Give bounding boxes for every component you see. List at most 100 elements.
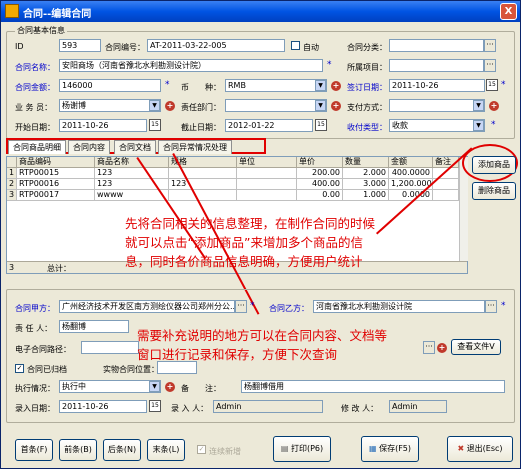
- receipt-type-select[interactable]: 收款: [389, 119, 485, 132]
- e-contract-path-picker-button[interactable]: ···: [423, 341, 435, 354]
- category-field[interactable]: [389, 39, 484, 52]
- end-date-calendar-icon[interactable]: 15: [315, 119, 327, 131]
- cell-price[interactable]: 400.00: [297, 179, 343, 190]
- contract-name-field[interactable]: 安阳商场（河南省豫北水利勘测设计院）: [59, 59, 323, 72]
- entry-date-calendar-icon[interactable]: 15: [149, 400, 161, 412]
- view-file-button[interactable]: 查看文件V: [451, 339, 501, 355]
- table-row[interactable]: 1 RTP00015 123 200.00 2.000 400.0000: [7, 168, 459, 179]
- receipt-dropdown-icon[interactable]: ▼: [473, 120, 484, 131]
- print-button[interactable]: ▤ 打印(P6): [273, 436, 331, 462]
- tab-content[interactable]: 合同内容: [68, 140, 110, 154]
- pay-add-icon[interactable]: +: [489, 101, 499, 111]
- col-header-code[interactable]: 商品编码: [17, 157, 95, 168]
- memo-field[interactable]: 杨翻博借用: [241, 380, 505, 393]
- col-header-name[interactable]: 商品名称: [95, 157, 169, 168]
- cell-qty[interactable]: 2.000: [343, 168, 389, 179]
- amount-field[interactable]: 146000: [59, 79, 161, 92]
- save-icon: ▦: [368, 444, 377, 453]
- cell-unit[interactable]: [237, 168, 297, 179]
- cell-price[interactable]: 200.00: [297, 168, 343, 179]
- tab-strip: 合同商品明细 合同内容 合同文档 合同异常情况处理: [6, 138, 266, 154]
- last-record-button[interactable]: 末条(L): [147, 439, 185, 461]
- execution-select[interactable]: 执行中: [59, 380, 161, 393]
- category-picker-button[interactable]: ···: [484, 39, 496, 52]
- delete-item-button[interactable]: 删除商品: [472, 182, 516, 200]
- cell-amount[interactable]: 400.0000: [389, 168, 433, 179]
- dept-label: 责任部门：: [181, 103, 221, 112]
- staff-dropdown-icon[interactable]: ▼: [149, 100, 160, 111]
- required-star-amount: *: [165, 80, 170, 90]
- continuous-add-checkbox[interactable]: ✓: [197, 445, 206, 454]
- execution-dropdown-icon[interactable]: ▼: [149, 381, 160, 392]
- dept-add-icon[interactable]: +: [331, 101, 341, 111]
- table-row[interactable]: 3 RTP00017 wwww 0.00 1.000 0.0000: [7, 190, 459, 201]
- dept-dropdown-icon[interactable]: ▼: [315, 100, 326, 111]
- required-star-party-b: *: [501, 301, 506, 311]
- start-date-field[interactable]: 2011-10-26: [59, 119, 147, 132]
- cell-unit[interactable]: [237, 190, 297, 201]
- tab-items[interactable]: 合同商品明细: [8, 140, 66, 154]
- exit-button[interactable]: ✖ 退出(Esc): [447, 436, 513, 462]
- col-header-unit[interactable]: 单位: [237, 157, 297, 168]
- id-field[interactable]: 593: [59, 39, 101, 52]
- prev-record-button[interactable]: 前条(B): [59, 439, 97, 461]
- col-header-price[interactable]: 单价: [297, 157, 343, 168]
- party-b-field[interactable]: 河南省豫北水利勘测设计院: [313, 300, 485, 313]
- physical-location-field[interactable]: [157, 361, 197, 374]
- tab-documents[interactable]: 合同文档: [114, 140, 156, 154]
- project-field[interactable]: [389, 59, 484, 72]
- first-record-button[interactable]: 首条(F): [15, 439, 53, 461]
- required-star-sign-date: *: [501, 80, 506, 90]
- save-button[interactable]: ▦ 保存(F5): [361, 436, 419, 462]
- contract-no-field[interactable]: AT-2011-03-22-005: [147, 39, 285, 52]
- cell-code[interactable]: RTP00015: [17, 168, 95, 179]
- cell-code[interactable]: RTP00016: [17, 179, 95, 190]
- cell-qty[interactable]: 3.000: [343, 179, 389, 190]
- pay-select[interactable]: [389, 99, 485, 112]
- currency-select[interactable]: RMB: [225, 79, 327, 92]
- cell-remark[interactable]: [433, 190, 459, 201]
- cell-unit[interactable]: [237, 179, 297, 190]
- app-icon: [5, 4, 19, 18]
- party-b-picker-button[interactable]: ···: [485, 300, 497, 313]
- cell-amount[interactable]: 0.0000: [389, 190, 433, 201]
- cell-code[interactable]: RTP00017: [17, 190, 95, 201]
- auto-checkbox[interactable]: [291, 41, 300, 50]
- e-contract-add-icon[interactable]: +: [437, 343, 447, 353]
- amount-label: 合同金额：: [15, 83, 55, 92]
- cell-qty[interactable]: 1.000: [343, 190, 389, 201]
- basic-info-legend: 合同基本信息: [15, 25, 67, 36]
- cell-price[interactable]: 0.00: [297, 190, 343, 201]
- start-date-calendar-icon[interactable]: 15: [149, 119, 161, 131]
- execution-add-icon[interactable]: +: [165, 382, 175, 392]
- dept-select[interactable]: [225, 99, 327, 112]
- id-label: ID: [15, 42, 24, 51]
- staff-select[interactable]: 杨谢博: [59, 99, 161, 112]
- party-a-picker-button[interactable]: ···: [235, 300, 247, 313]
- cell-spec[interactable]: [169, 190, 237, 201]
- e-contract-path-field[interactable]: [81, 341, 139, 354]
- col-header-qty[interactable]: 数量: [343, 157, 389, 168]
- add-item-button[interactable]: 添加商品: [472, 156, 516, 174]
- party-a-field[interactable]: 广州经济技术开发区南方测绘仪器公司郑州分公...: [59, 300, 235, 313]
- currency-add-icon[interactable]: +: [331, 81, 341, 91]
- sign-date-field[interactable]: 2011-10-26: [389, 79, 485, 92]
- staff-add-icon[interactable]: +: [165, 101, 175, 111]
- entry-date-field[interactable]: 2011-10-26: [59, 400, 147, 413]
- cell-name[interactable]: wwww: [95, 190, 169, 201]
- project-picker-button[interactable]: ···: [484, 59, 496, 72]
- pay-dropdown-icon[interactable]: ▼: [473, 100, 484, 111]
- cell-name[interactable]: 123: [95, 168, 169, 179]
- end-date-field[interactable]: 2012-01-22: [225, 119, 313, 132]
- archived-checkbox[interactable]: ✓: [15, 364, 24, 373]
- close-button[interactable]: X: [500, 3, 517, 20]
- sign-date-calendar-icon[interactable]: 15: [486, 79, 498, 91]
- next-record-button[interactable]: 后条(N): [103, 439, 141, 461]
- currency-dropdown-icon[interactable]: ▼: [315, 80, 326, 91]
- col-header-amount[interactable]: 金额: [389, 157, 433, 168]
- table-row[interactable]: 2 RTP00016 123 123 400.00 3.000 1,200.00…: [7, 179, 459, 190]
- cell-spec[interactable]: [169, 168, 237, 179]
- tab-exceptions[interactable]: 合同异常情况处理: [158, 140, 232, 154]
- responsible-field[interactable]: 杨翻博: [59, 320, 129, 333]
- cell-spec[interactable]: 123: [169, 179, 237, 190]
